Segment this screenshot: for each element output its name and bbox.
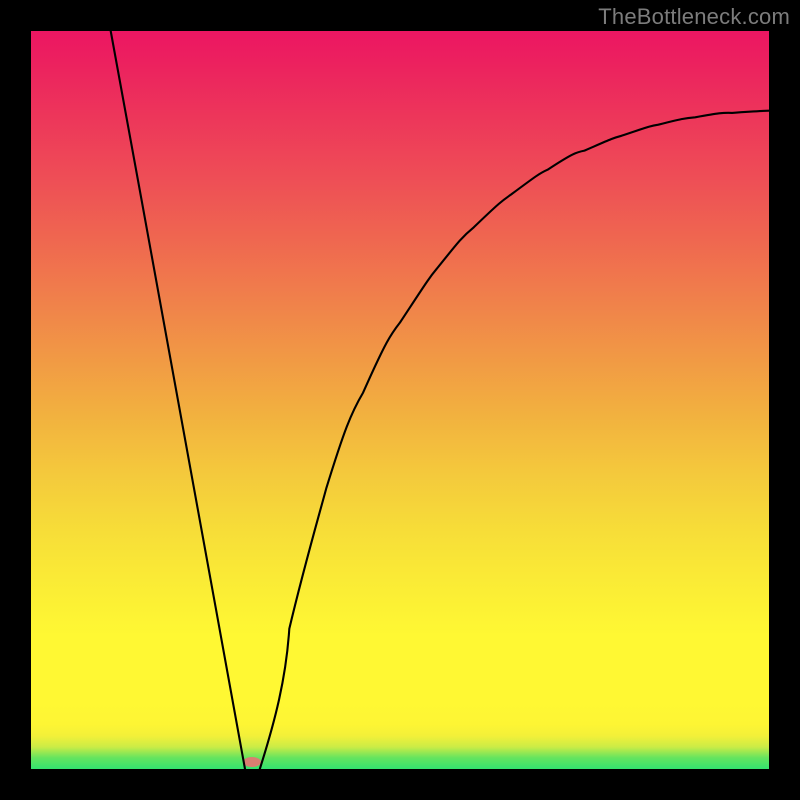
figure-frame: TheBottleneck.com [0,0,800,800]
curve-right-branch [260,111,769,769]
curve-left-branch [111,31,245,769]
plot-area [31,31,769,769]
bottleneck-curve [31,31,769,769]
watermark-text: TheBottleneck.com [598,4,790,30]
